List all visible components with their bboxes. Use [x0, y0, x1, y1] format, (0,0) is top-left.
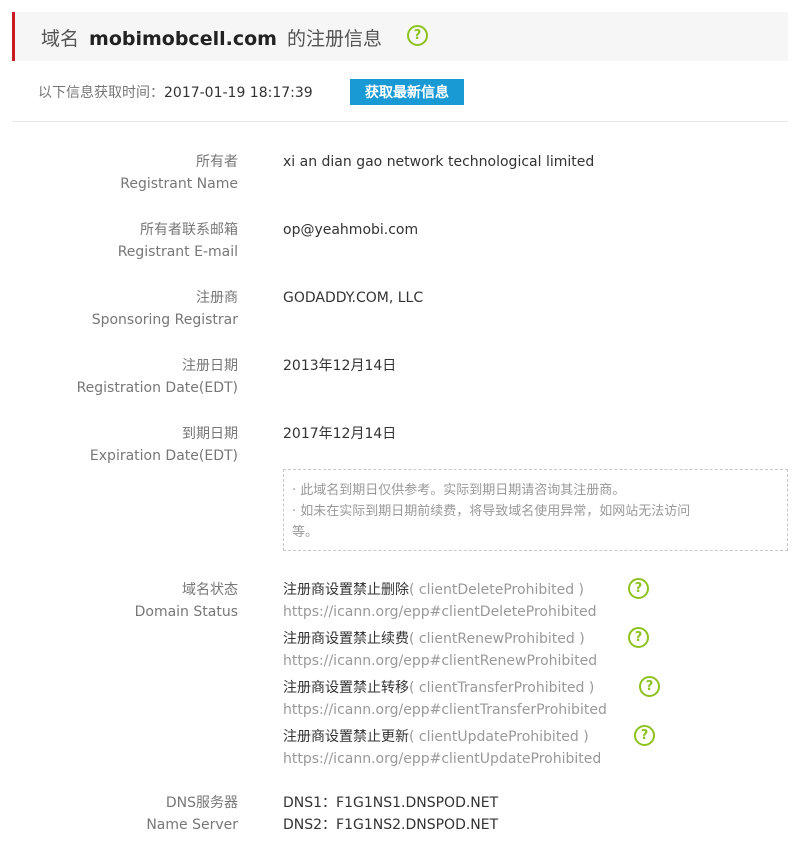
- question-circle-icon[interactable]: ?: [639, 676, 660, 697]
- question-circle-icon[interactable]: ?: [628, 627, 649, 648]
- page-title: 域名 mobimobcell.com 的注册信息: [41, 24, 382, 51]
- registrar-label: 注册商 Sponsoring Registrar: [92, 287, 238, 331]
- status-item: 注册商设置禁止转移( clientTransferProhibited ) ? …: [283, 676, 660, 721]
- status-cn: 注册商设置禁止更新: [283, 729, 409, 745]
- registrar-value: GODADDY.COM, LLC: [283, 290, 424, 306]
- registrant-name-label-en: Registrant Name: [120, 176, 238, 192]
- domain-status-label: 域名状态 Domain Status: [135, 579, 238, 623]
- registrant-email-value: op@yeahmobi.com: [283, 222, 419, 238]
- dns-label: DNS服务器 Name Server: [146, 792, 238, 836]
- expiration-note-line: 等。: [292, 525, 319, 540]
- expiration-date-value: 2017年12月14日: [283, 426, 397, 442]
- status-code: ( clientUpdateProhibited ): [409, 729, 589, 745]
- registrant-email-label-en: Registrant E-mail: [117, 244, 238, 260]
- status-item: 注册商设置禁止续费( clientRenewProhibited ) ? htt…: [283, 627, 649, 672]
- domain-name: mobimobcell.com: [89, 28, 277, 50]
- status-cn: 注册商设置禁止转移: [283, 680, 409, 696]
- registrant-name-label-cn: 所有者: [196, 154, 238, 170]
- refresh-info-button[interactable]: 获取最新信息: [350, 79, 464, 105]
- fetch-time-row: 以下信息获取时间：2017-01-19 18:17:39: [38, 82, 313, 102]
- status-cn: 注册商设置禁止续费: [283, 631, 409, 647]
- expiration-date-label: 到期日期 Expiration Date(EDT): [90, 423, 238, 467]
- title-suffix: 的注册信息: [286, 28, 382, 50]
- dns-server: DNS2：F1G1NS2.DNSPOD.NET: [283, 817, 499, 833]
- question-circle-icon[interactable]: ?: [407, 25, 428, 46]
- dns-servers: DNS1：F1G1NS1.DNSPOD.NET DNS2：F1G1NS2.DNS…: [283, 792, 498, 836]
- domain-status-label-cn: 域名状态: [182, 582, 238, 598]
- expiration-note: · 此域名到期日仅供参考。实际到期日期请咨询其注册商。 · 如未在实际到期日期前…: [283, 469, 788, 551]
- expiration-note-line: · 此域名到期日仅供参考。实际到期日期请咨询其注册商。: [292, 483, 626, 498]
- registrant-email-label-cn: 所有者联系邮箱: [140, 222, 238, 238]
- registration-date-label: 注册日期 Registration Date(EDT): [77, 355, 238, 399]
- registrar-label-en: Sponsoring Registrar: [91, 312, 238, 328]
- expiration-note-line: · 如未在实际到期日期前续费，将导致域名使用异常，如网站无法访问: [292, 504, 691, 519]
- registrant-name-label: 所有者 Registrant Name: [120, 151, 238, 195]
- registrant-name-value: xi an dian gao network technological lim…: [283, 154, 595, 170]
- question-circle-icon[interactable]: ?: [628, 578, 649, 599]
- registrar-label-cn: 注册商: [196, 290, 238, 306]
- status-url-link[interactable]: https://icann.org/epp#clientUpdateProhib…: [283, 748, 601, 770]
- dns-server: DNS1：F1G1NS1.DNSPOD.NET: [283, 795, 499, 811]
- page-header: 域名 mobimobcell.com 的注册信息 ?: [12, 12, 788, 61]
- question-circle-icon[interactable]: ?: [634, 725, 655, 746]
- expiration-date-label-cn: 到期日期: [182, 426, 238, 442]
- status-cn: 注册商设置禁止删除: [283, 582, 409, 598]
- status-code: ( clientRenewProhibited ): [409, 631, 585, 647]
- registration-date-label-cn: 注册日期: [182, 358, 238, 374]
- expiration-date-label-en: Expiration Date(EDT): [89, 448, 238, 464]
- status-item: 注册商设置禁止更新( clientUpdateProhibited ) ? ht…: [283, 725, 655, 770]
- fetch-time-label: 以下信息获取时间：: [38, 85, 164, 101]
- status-item: 注册商设置禁止删除( clientDeleteProhibited ) ? ht…: [283, 578, 649, 623]
- fetch-time-value: 2017-01-19 18:17:39: [164, 85, 313, 101]
- status-url-link[interactable]: https://icann.org/epp#clientRenewProhibi…: [283, 650, 597, 672]
- status-code: ( clientDeleteProhibited ): [409, 582, 585, 598]
- registrant-email-label: 所有者联系邮箱 Registrant E-mail: [118, 219, 238, 263]
- title-prefix: 域名: [41, 28, 80, 50]
- registration-date-label-en: Registration Date(EDT): [76, 380, 238, 396]
- status-code: ( clientTransferProhibited ): [409, 680, 595, 696]
- dns-label-cn: DNS服务器: [165, 795, 238, 811]
- domain-status-label-en: Domain Status: [134, 604, 238, 620]
- status-url-link[interactable]: https://icann.org/epp#clientDeleteProhib…: [283, 601, 597, 623]
- dns-label-en: Name Server: [146, 817, 238, 833]
- status-url-link[interactable]: https://icann.org/epp#clientTransferProh…: [283, 699, 607, 721]
- divider: [12, 121, 788, 122]
- registration-date-value: 2013年12月14日: [283, 358, 397, 374]
